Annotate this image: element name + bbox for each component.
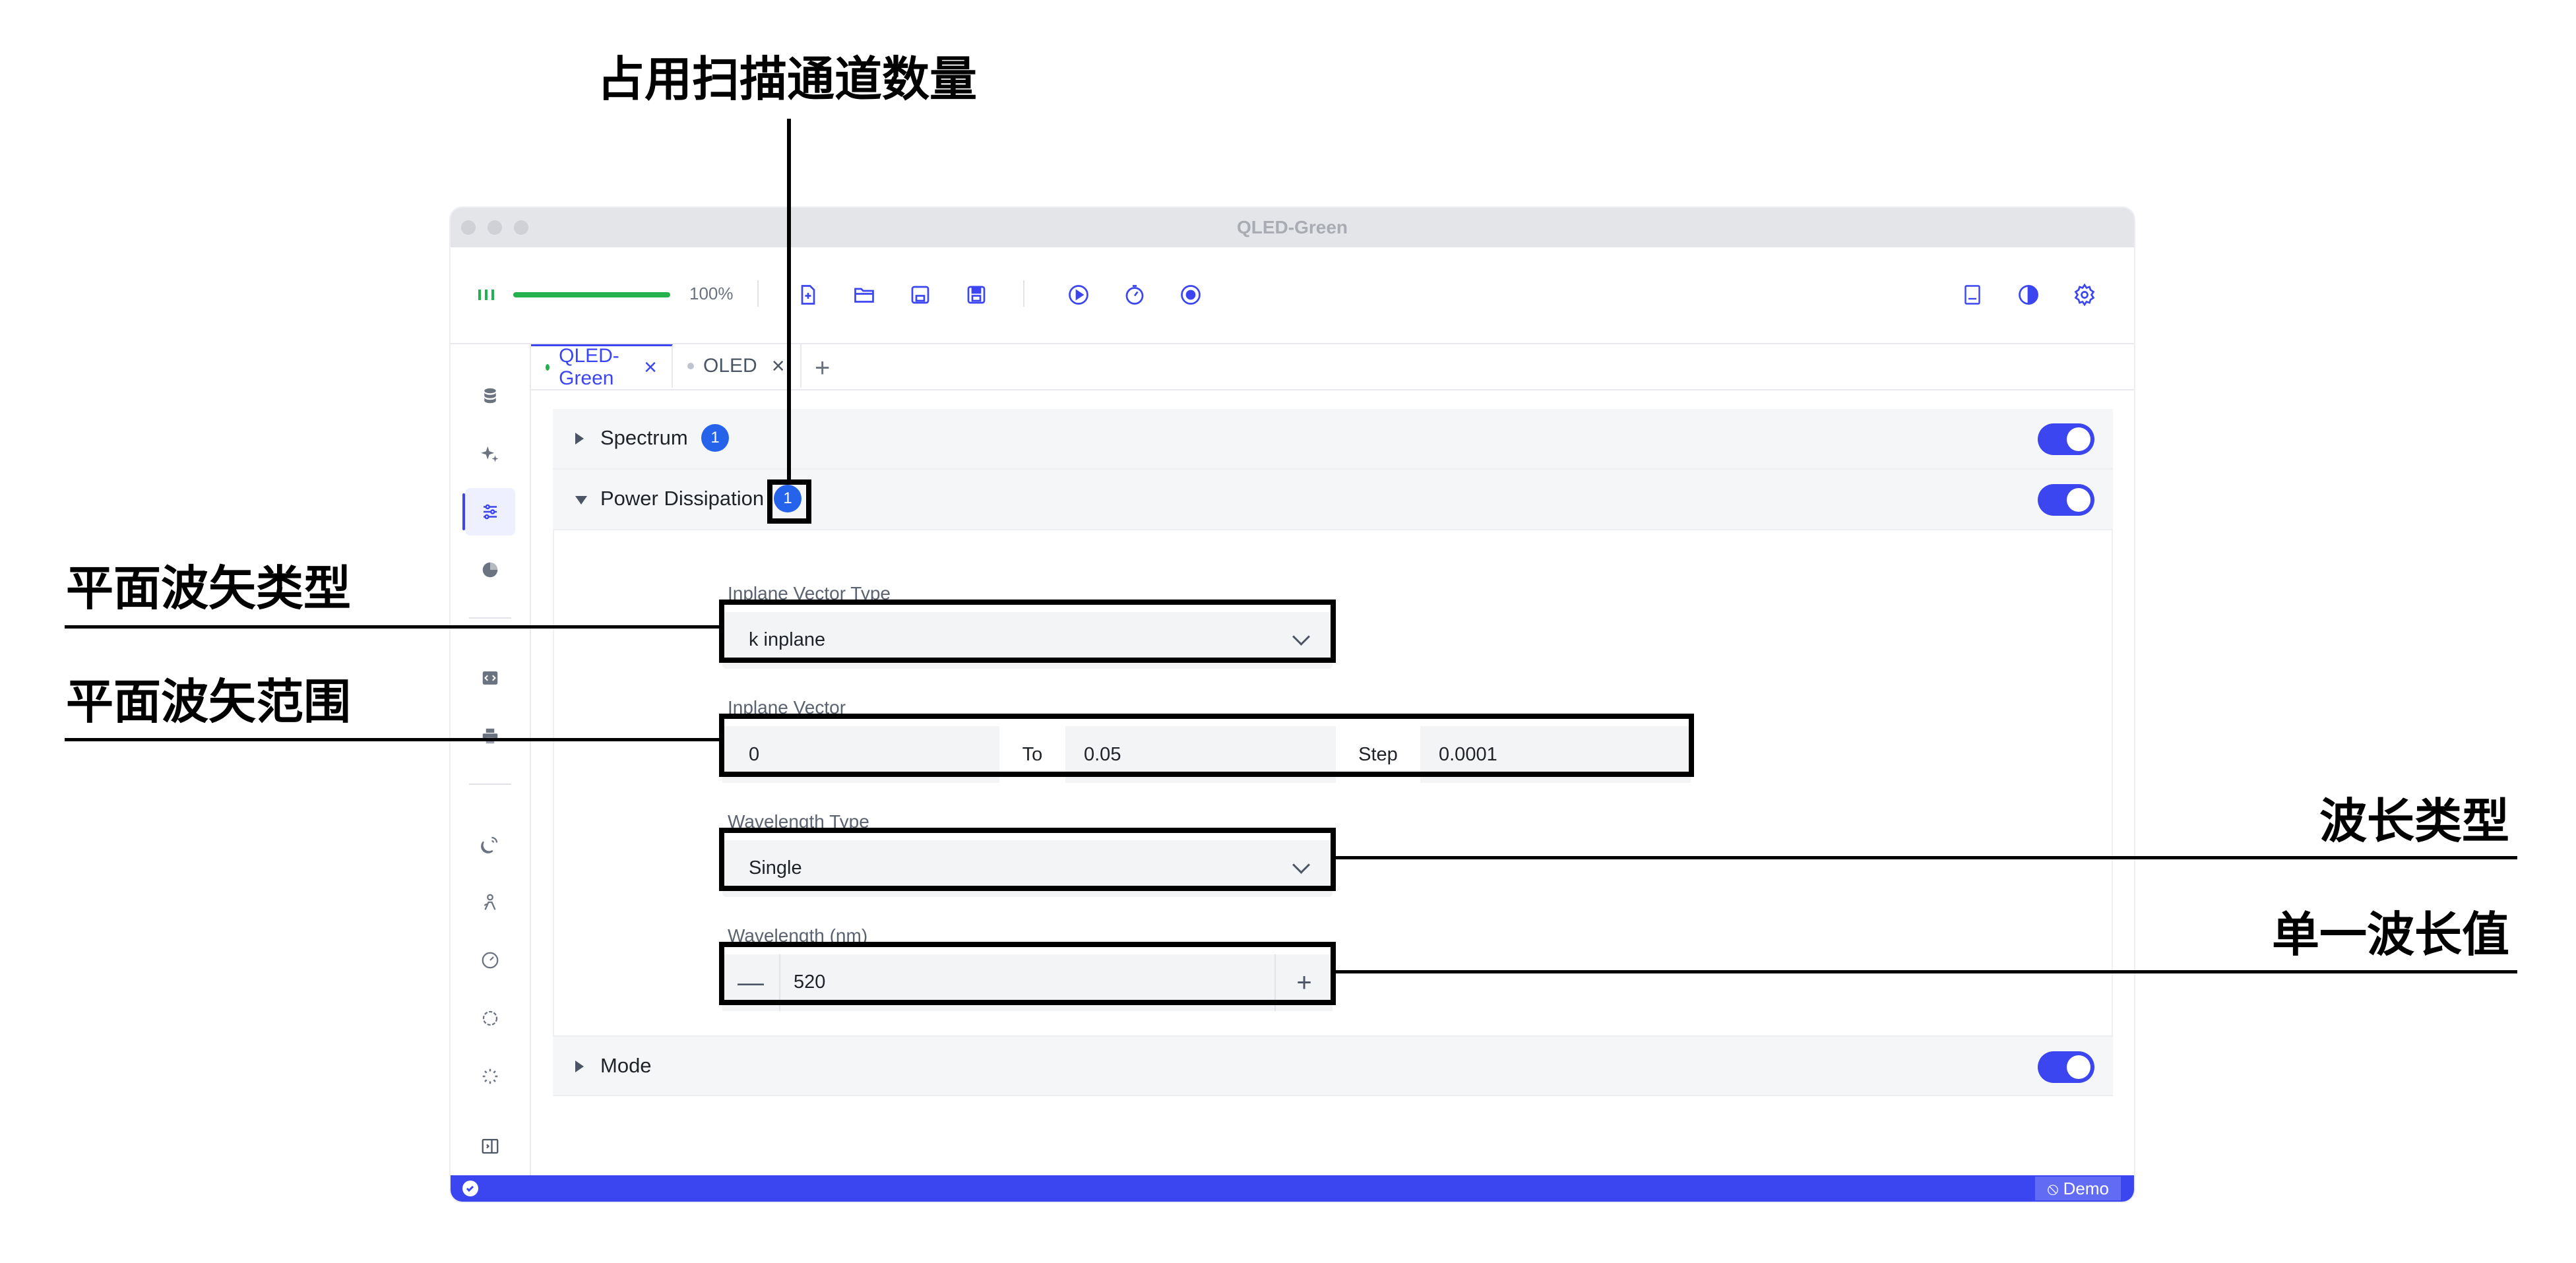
loading-icon[interactable] [465, 1053, 515, 1100]
panel-toggle-icon[interactable] [465, 1123, 515, 1170]
loop-icon[interactable] [465, 995, 515, 1042]
demo-badge[interactable]: ⦸ Demo [2035, 1177, 2121, 1200]
tab-status-dot [687, 363, 694, 369]
close-tab-icon[interactable]: × [644, 356, 657, 379]
print-icon[interactable] [465, 712, 515, 760]
new-file-icon[interactable] [794, 280, 823, 309]
status-bar: ⦸ Demo [451, 1175, 2134, 1202]
annotation-highlight [719, 942, 1336, 1005]
title-bar: QLED-Green [451, 208, 2134, 247]
person-icon[interactable] [465, 878, 515, 926]
save-icon[interactable] [906, 280, 935, 309]
sliders-icon[interactable] [462, 488, 515, 536]
annotation-inplane-range: 平面波矢范围 [66, 674, 352, 729]
annotation-line [1334, 856, 2517, 859]
save-all-icon[interactable] [962, 280, 991, 309]
open-folder-icon[interactable] [850, 280, 879, 309]
panel-title: Mode [600, 1054, 652, 1077]
theme-icon[interactable] [2014, 280, 2043, 309]
window-title: QLED-Green [1236, 217, 1348, 237]
sidebar [451, 344, 531, 1175]
channel-count-badge: 1 [701, 424, 729, 452]
annotation-highlight [719, 828, 1336, 891]
pie-icon[interactable] [465, 546, 515, 594]
sidebar-divider [469, 617, 511, 619]
panel-title: Spectrum [600, 426, 688, 449]
annotation-inplane-type: 平面波矢类型 [66, 561, 352, 616]
progress-icon [478, 288, 494, 301]
record-icon[interactable] [1176, 280, 1205, 309]
annotation-highlight [719, 714, 1694, 777]
check-icon [462, 1181, 478, 1196]
sparkle-icon[interactable] [465, 430, 515, 477]
tab-qled-green[interactable]: QLED-Green × [531, 344, 673, 389]
panel-title: Power Dissipation [600, 487, 765, 510]
book-icon[interactable] [1958, 280, 1987, 309]
database-icon[interactable] [465, 372, 515, 419]
sidebar-divider [469, 784, 511, 785]
progress-text: 100% [689, 284, 734, 303]
toolbar-divider [1023, 280, 1024, 307]
gear-icon[interactable] [2070, 280, 2099, 309]
panel-mode[interactable]: Mode [553, 1035, 2113, 1096]
close-tab-icon[interactable]: × [772, 355, 785, 377]
tab-bar: QLED-Green × OLED × + [531, 344, 2134, 390]
timer-icon[interactable] [1120, 280, 1149, 309]
tab-status-dot [546, 363, 550, 371]
toolbar: 100% [451, 247, 2134, 344]
satellite-icon[interactable] [465, 820, 515, 868]
app-window: QLED-Green 100% QLED-Green × OLED × + Sp… [451, 208, 2134, 1202]
run-icon[interactable] [1064, 280, 1093, 309]
annotation-wavelength-value: 单一波长值 [2272, 907, 2510, 962]
progress-bar [513, 292, 670, 297]
annotation-channels: 占用扫描通道数量 [597, 51, 978, 107]
tab-oled[interactable]: OLED × [673, 344, 801, 388]
annotation-wavelength-type: 波长类型 [2319, 793, 2510, 849]
annotation-line [1334, 970, 2517, 973]
annotation-highlight [767, 479, 811, 524]
expand-caret-icon[interactable] [575, 433, 584, 445]
progress-fill [513, 292, 670, 297]
power-dissipation-toggle[interactable] [2038, 484, 2094, 516]
collapse-caret-icon[interactable] [575, 496, 587, 505]
annotation-line [787, 119, 791, 483]
annotation-line [65, 625, 720, 629]
annotation-line [65, 738, 720, 741]
code-icon[interactable] [465, 654, 515, 702]
expand-caret-icon[interactable] [575, 1061, 584, 1072]
tab-label: QLED-Green [559, 344, 619, 389]
toolbar-divider [757, 280, 759, 307]
spectrum-toggle[interactable] [2038, 423, 2094, 455]
annotation-highlight [719, 600, 1336, 663]
gauge-icon[interactable] [465, 937, 515, 984]
tab-label: OLED [703, 355, 757, 377]
mode-toggle[interactable] [2038, 1051, 2094, 1083]
add-tab-button[interactable]: + [815, 354, 830, 383]
